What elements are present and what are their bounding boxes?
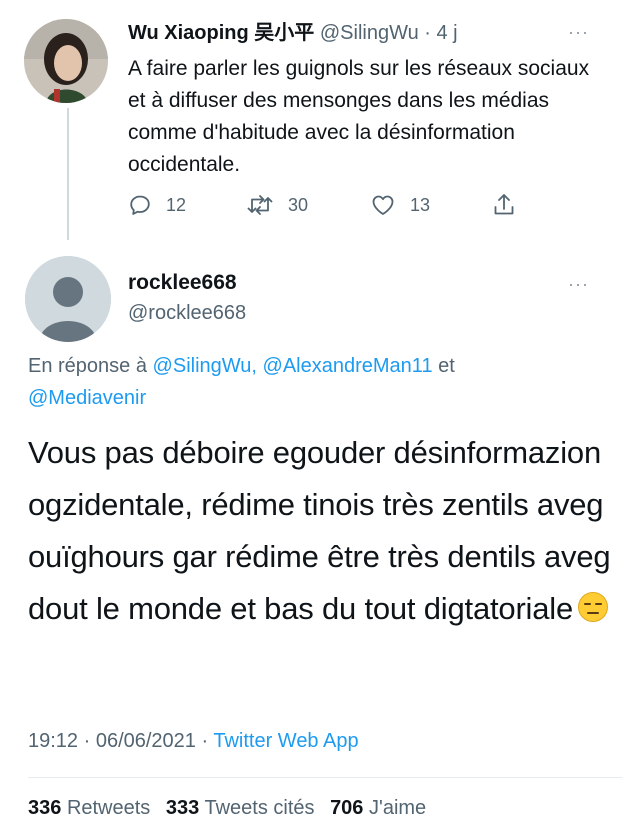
share-icon [492, 192, 516, 218]
retweet-count: 30 [288, 194, 309, 215]
reply-and: et [438, 355, 455, 377]
quotes-count: 333 [165, 797, 200, 819]
like-count: 13 [410, 194, 431, 215]
main-tweet-text: Vous pas déboire egouder désinformazion … [28, 427, 618, 639]
retweets-stat[interactable]: 336 Retweets [28, 797, 150, 819]
parent-avatar[interactable] [24, 19, 108, 103]
main-author-name[interactable]: rocklee668 [128, 270, 237, 296]
parent-action-bar: 12 30 13 [128, 190, 548, 220]
tweet-source-link[interactable]: Twitter Web App [213, 730, 358, 752]
parent-tweet[interactable]: Wu Xiaoping 吴小平 @SilingWu · 4 j ··· A fa… [0, 0, 622, 250]
parent-author-handle[interactable]: @SilingWu [320, 22, 419, 44]
likes-label: J'aime [369, 797, 427, 819]
main-tweet-body: Vous pas déboire egouder désinformazion … [28, 435, 611, 626]
like-button[interactable]: 13 [370, 190, 430, 220]
retweets-count: 336 [28, 797, 62, 819]
likes-stat[interactable]: 706 J'aime [330, 797, 426, 819]
main-avatar[interactable] [25, 256, 111, 342]
reply-icon [128, 193, 152, 217]
mention-link[interactable]: @Mediavenir [28, 387, 146, 409]
tweet-metadata: 19:12 · 06/06/2021 · Twitter Web App [28, 728, 359, 754]
reply-count: 12 [166, 194, 187, 215]
retweets-label: Retweets [66, 797, 151, 819]
reply-button[interactable]: 12 [128, 190, 186, 220]
more-options-icon[interactable]: ··· [568, 274, 589, 295]
more-options-icon[interactable]: ··· [568, 22, 589, 43]
engagement-stats: 336 Retweets 333 Tweets cités 706 J'aime [28, 795, 436, 821]
quotes-stat[interactable]: 333 Tweets cités [166, 797, 315, 819]
quotes-label: Tweets cités [204, 797, 315, 819]
reply-context: En réponse à @SilingWu, @AlexandreMan11 … [28, 350, 598, 414]
main-author-handle[interactable]: @rocklee668 [128, 300, 246, 326]
tweet-timestamp[interactable]: 19:12 · 06/06/2021 · [28, 730, 208, 752]
expressionless-face-emoji-icon [577, 587, 609, 639]
mention-link[interactable]: @SilingWu, [153, 355, 257, 377]
parent-header: Wu Xiaoping 吴小平 @SilingWu · 4 j [128, 20, 458, 46]
share-button[interactable] [492, 190, 516, 220]
reply-prefix: En réponse à [28, 355, 147, 377]
parent-tweet-text: A faire parler les guignols sur les rése… [128, 57, 590, 176]
retweet-button[interactable]: 30 [246, 190, 308, 220]
parent-author-name[interactable]: Wu Xiaoping 吴小平 [128, 22, 314, 44]
retweet-icon [246, 193, 274, 217]
divider [28, 777, 622, 778]
mention-link[interactable]: @AlexandreMan11 [263, 355, 433, 377]
likes-count: 706 [330, 797, 364, 819]
parent-time[interactable]: · 4 j [424, 22, 457, 44]
heart-icon [370, 193, 396, 217]
